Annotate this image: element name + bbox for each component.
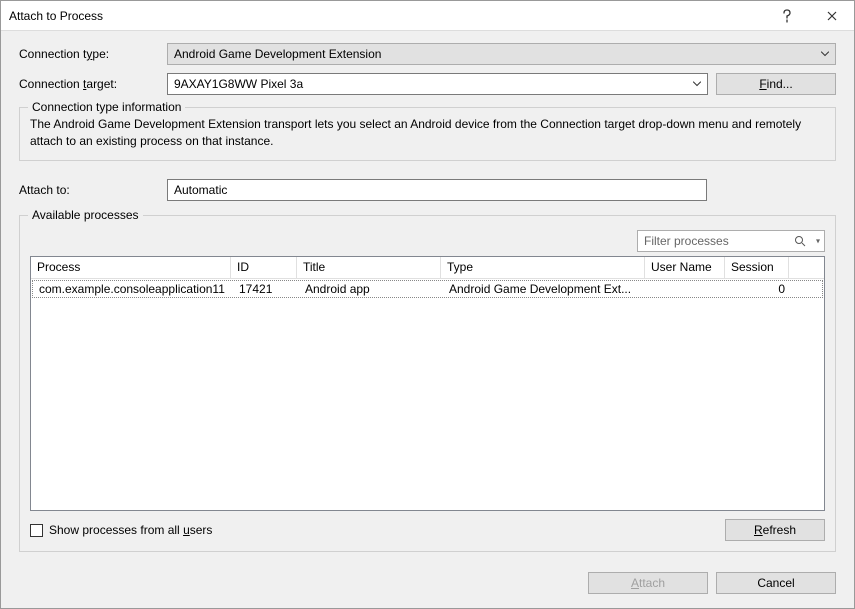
connection-target-value: 9AXAY1G8WW Pixel 3a (174, 77, 303, 91)
label-text: pe: (92, 47, 109, 61)
attach-to-label: Attach to: (19, 183, 159, 197)
connection-type-row: Connection type: Android Game Developmen… (19, 43, 836, 65)
btn-accel: A (631, 576, 639, 590)
btn-text: ttach (639, 576, 665, 590)
processes-bottom-row: Show processes from all users Refresh (30, 519, 825, 541)
find-button[interactable]: Find... (716, 73, 836, 95)
connection-type-value: Android Game Development Extension (174, 47, 381, 61)
table-row[interactable]: com.example.consoleapplication11 17421 A… (32, 280, 823, 298)
label-text: arget: (86, 77, 117, 91)
chevron-down-icon[interactable]: ▾ (816, 236, 820, 245)
attach-to-field[interactable]: Automatic (167, 179, 707, 201)
col-id[interactable]: ID (231, 257, 297, 278)
cancel-button[interactable]: Cancel (716, 572, 836, 594)
label-text: Connection (19, 77, 83, 91)
connection-info-legend: Connection type information (28, 100, 185, 114)
close-icon (827, 11, 837, 21)
btn-text: ind... (767, 77, 793, 91)
show-all-users-label: Show processes from all users (49, 523, 212, 537)
connection-target-combo[interactable]: 9AXAY1G8WW Pixel 3a (167, 73, 708, 95)
close-button[interactable] (809, 1, 854, 31)
connection-target-label: Connection target: (19, 77, 159, 91)
cell-title: Android app (299, 281, 443, 297)
label-text: sers (190, 523, 213, 537)
show-all-users-checkbox[interactable] (30, 524, 43, 537)
col-user[interactable]: User Name (645, 257, 725, 278)
attach-to-process-dialog: Attach to Process Connection type: Andro… (0, 0, 855, 609)
cell-user (647, 281, 727, 297)
help-button[interactable] (764, 1, 809, 31)
chevron-down-icon (693, 82, 701, 87)
connection-info-group: Connection type information The Android … (19, 107, 836, 161)
processes-grid[interactable]: Process ID Title Type User Name Session … (30, 256, 825, 511)
dialog-footer: Attach Cancel (1, 562, 854, 608)
filter-row: Filter processes ▾ (30, 230, 825, 252)
dialog-title: Attach to Process (9, 9, 764, 23)
dialog-content: Connection type: Android Game Developmen… (1, 31, 854, 562)
btn-accel: F (759, 77, 766, 91)
cell-session: 0 (727, 281, 791, 297)
btn-text: Cancel (757, 576, 794, 590)
col-type[interactable]: Type (441, 257, 645, 278)
filter-placeholder: Filter processes (644, 234, 729, 248)
label-text: Connection t (19, 47, 86, 61)
col-title[interactable]: Title (297, 257, 441, 278)
btn-text: efresh (763, 523, 796, 537)
attach-to-value: Automatic (174, 183, 227, 197)
connection-info-text: The Android Game Development Extension t… (30, 116, 825, 150)
label-text: Show processes from all (49, 523, 183, 537)
chevron-down-icon (821, 52, 829, 57)
attach-to-row: Attach to: Automatic (19, 179, 836, 201)
btn-accel: R (754, 523, 763, 537)
available-processes-legend: Available processes (28, 208, 143, 222)
titlebar: Attach to Process (1, 1, 854, 31)
connection-type-label: Connection type: (19, 47, 159, 61)
grid-header: Process ID Title Type User Name Session (31, 257, 824, 279)
col-session[interactable]: Session (725, 257, 789, 278)
attach-button[interactable]: Attach (588, 572, 708, 594)
filter-processes-input[interactable]: Filter processes ▾ (637, 230, 825, 252)
refresh-button[interactable]: Refresh (725, 519, 825, 541)
col-process[interactable]: Process (31, 257, 231, 278)
connection-type-combo[interactable]: Android Game Development Extension (167, 43, 836, 65)
label-accel: u (183, 523, 190, 537)
cell-type: Android Game Development Ext... (443, 281, 647, 297)
help-icon (782, 9, 792, 23)
search-icon (794, 235, 806, 247)
cell-process: com.example.consoleapplication11 (33, 281, 233, 297)
available-processes-group: Available processes Filter processes ▾ P… (19, 215, 836, 552)
connection-target-row: Connection target: 9AXAY1G8WW Pixel 3a F… (19, 73, 836, 95)
cell-id: 17421 (233, 281, 299, 297)
